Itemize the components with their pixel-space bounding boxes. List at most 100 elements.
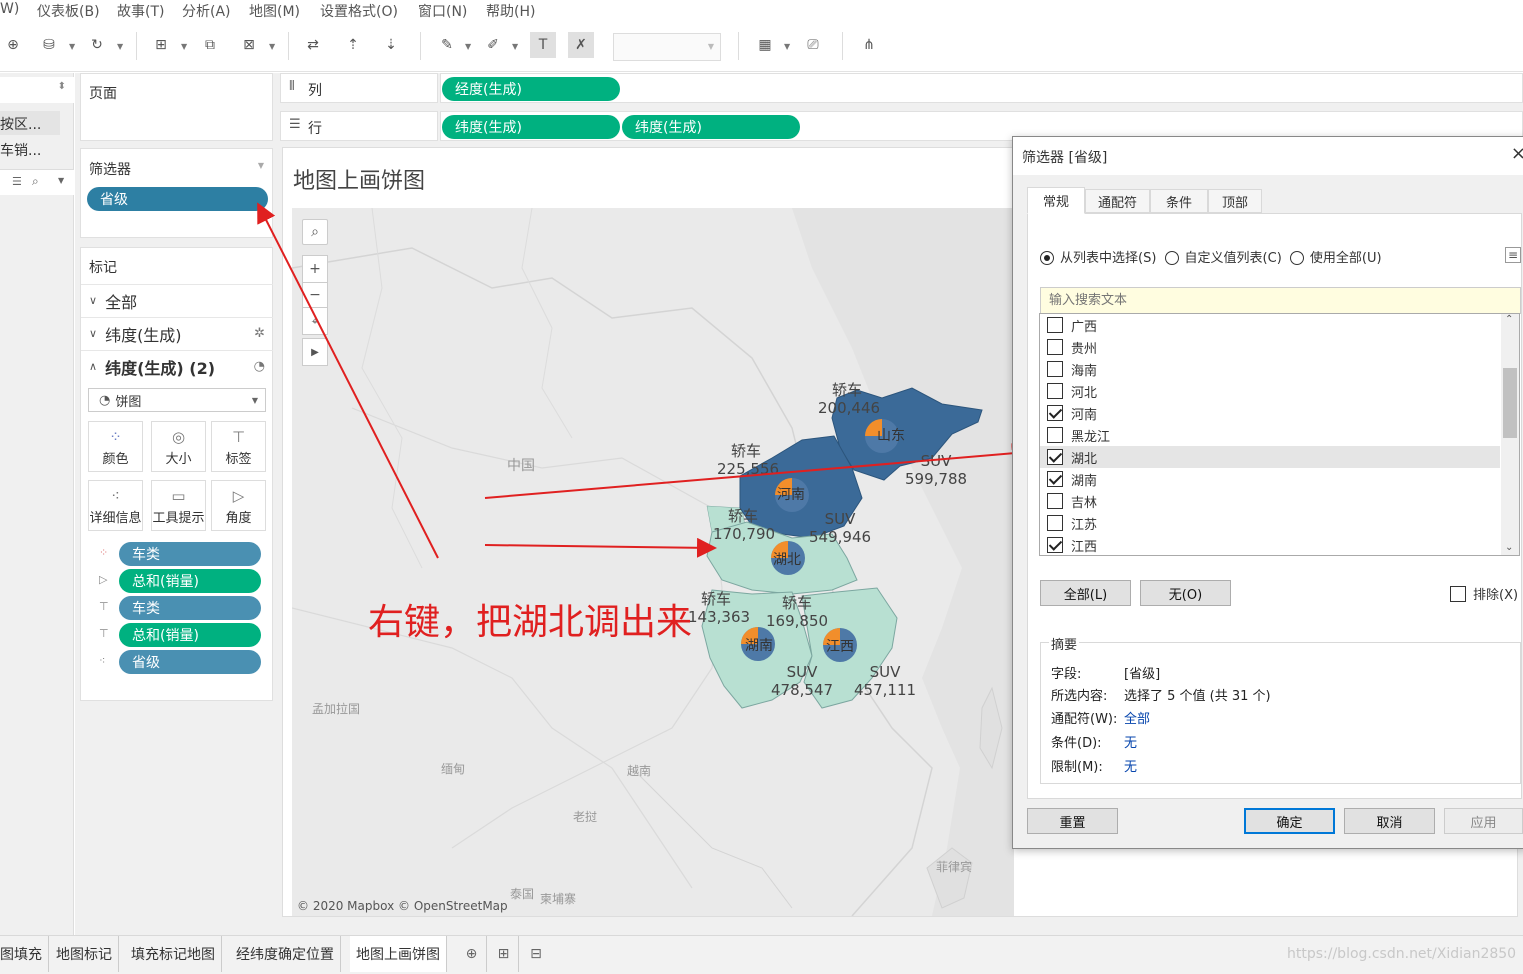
list-options-icon[interactable]: ≡ <box>1505 247 1521 263</box>
list-item[interactable]: 贵州 <box>1040 336 1500 358</box>
apply-button[interactable]: 应用 <box>1444 808 1523 834</box>
detail-button[interactable]: ⁖ 详细信息 <box>88 480 143 531</box>
exclude-checkbox[interactable]: 排除(X) <box>1450 584 1518 603</box>
checkbox-checked[interactable] <box>1047 405 1063 421</box>
list-item[interactable]: 黑龙江 <box>1040 424 1500 446</box>
datasource-icon[interactable]: ⛁ <box>36 32 62 58</box>
zoom-in-button[interactable]: + <box>302 255 328 283</box>
checkbox[interactable] <box>1047 383 1063 399</box>
mark-field-pill[interactable]: 车类 <box>119 542 261 566</box>
color-button[interactable]: ⁘ 颜色 <box>88 421 143 472</box>
search-icon[interactable]: ⌕ <box>302 219 328 245</box>
sheet-tab[interactable]: 地图标记 <box>50 936 119 972</box>
fix-axes-icon[interactable]: ✗ <box>568 32 594 58</box>
list-item[interactable]: 湖北 <box>1040 446 1500 468</box>
columns-pill[interactable]: 经度(生成) <box>442 77 620 101</box>
expand-toolbar-icon[interactable]: ▶ <box>302 338 328 366</box>
chevron-down-icon[interactable]: ▼ <box>258 161 264 170</box>
summary-link[interactable]: 无 <box>1124 756 1137 775</box>
chevron-down-icon[interactable]: ▼ <box>512 42 518 51</box>
checkbox-checked[interactable] <box>1047 471 1063 487</box>
checkbox[interactable] <box>1047 317 1063 333</box>
duplicate-icon[interactable]: ⧉ <box>197 32 223 58</box>
list-item[interactable]: 湖南 <box>1040 468 1500 490</box>
attach-icon[interactable]: ✐ <box>480 32 506 58</box>
checkbox[interactable] <box>1047 361 1063 377</box>
pages-card[interactable]: 页面 <box>80 73 273 141</box>
checkbox-checked[interactable] <box>1047 449 1063 465</box>
show-labels-icon[interactable]: T <box>530 32 556 58</box>
list-item[interactable]: 河南 <box>1040 402 1500 424</box>
checkbox-checked[interactable] <box>1047 537 1063 553</box>
sheet-tab[interactable]: 填充标记地图 <box>125 936 222 972</box>
menu-item-worksheet[interactable]: W) <box>0 1 19 17</box>
filter-pill-province[interactable]: 省级 <box>87 187 268 211</box>
radio-select-from-list[interactable] <box>1040 251 1054 265</box>
show-me-icon[interactable]: ▦ <box>752 32 778 58</box>
zoom-out-button[interactable]: − <box>302 282 328 308</box>
chevron-down-icon[interactable]: ▼ <box>117 42 123 51</box>
datasource-item[interactable]: 车销... <box>0 137 60 161</box>
menu-item-dashboard[interactable]: 仪表板(B) <box>37 1 100 21</box>
rows-pill[interactable]: 纬度(生成) <box>442 115 620 139</box>
search-icon[interactable]: ⌕ <box>32 174 39 189</box>
list-view-icon[interactable]: ☰ <box>12 175 22 188</box>
list-item[interactable]: 吉林 <box>1040 490 1500 512</box>
new-worksheet-icon[interactable]: ⊕ <box>457 936 487 972</box>
presentation-icon[interactable]: ⎚ <box>800 32 826 58</box>
menu-item-story[interactable]: 故事(T) <box>117 1 164 21</box>
columns-shelf[interactable]: 经度(生成) <box>440 73 1523 103</box>
list-item[interactable]: 广西 <box>1040 314 1500 336</box>
mark-field-pill[interactable]: 总和(销量) <box>119 569 261 593</box>
marks-row-all[interactable]: ∨ 全部 <box>81 284 273 316</box>
chevron-down-icon[interactable]: ▼ <box>269 42 275 51</box>
clear-sheet-icon[interactable]: ⊠ <box>236 32 262 58</box>
menu-item-help[interactable]: 帮助(H) <box>486 1 535 21</box>
map-canvas[interactable] <box>292 208 1014 916</box>
chevron-down-icon[interactable]: ▼ <box>784 42 790 51</box>
scrollbar-thumb[interactable] <box>1503 368 1517 438</box>
refresh-icon[interactable]: ↻ <box>84 32 110 58</box>
summary-link[interactable]: 无 <box>1124 732 1137 751</box>
checkbox[interactable] <box>1047 339 1063 355</box>
radio-use-all[interactable] <box>1289 251 1304 265</box>
sort-icon[interactable]: ⬍ <box>58 81 66 92</box>
reset-map-icon[interactable]: ⌖ <box>302 307 328 335</box>
marks-row-latitude-2[interactable]: ∧ 纬度(生成) (2) ◔ <box>81 350 273 382</box>
menu-item-analysis[interactable]: 分析(A) <box>182 1 231 21</box>
tab-top[interactable]: 顶部 <box>1208 189 1262 213</box>
sheet-tab[interactable]: 图填充 <box>0 936 49 972</box>
share-icon[interactable]: ⋔ <box>856 32 882 58</box>
angle-button[interactable]: ▷ 角度 <box>211 480 266 531</box>
list-item[interactable]: 江西 <box>1040 534 1500 555</box>
chevron-down-icon[interactable]: ⌄ <box>1505 542 1513 553</box>
menu-item-format[interactable]: 设置格式(O) <box>320 1 398 21</box>
filters-card[interactable]: 筛选器 ▼ 省级 <box>80 148 273 238</box>
swap-icon[interactable]: ⇄ <box>300 32 326 58</box>
checkbox[interactable] <box>1047 515 1063 531</box>
chevron-down-icon[interactable]: ▼ <box>58 176 64 185</box>
checkbox[interactable] <box>1450 586 1466 602</box>
checkbox[interactable] <box>1047 427 1063 443</box>
mark-field-pill[interactable]: 车类 <box>119 596 261 620</box>
sort-ascending-icon[interactable]: ⇡ <box>340 32 366 58</box>
mark-field-pill[interactable]: 总和(销量) <box>119 623 261 647</box>
search-input[interactable] <box>1040 287 1521 314</box>
tooltip-button[interactable]: ▭ 工具提示 <box>151 480 206 531</box>
summary-link[interactable]: 全部 <box>1124 708 1150 727</box>
sheet-tab[interactable]: 经纬度确定位置 <box>230 936 341 972</box>
tab-condition[interactable]: 条件 <box>1150 189 1208 213</box>
menu-item-map[interactable]: 地图(M) <box>249 1 300 21</box>
highlight-icon[interactable]: ✎ <box>434 32 460 58</box>
tab-wildcard[interactable]: 通配符 <box>1085 189 1150 213</box>
fit-dropdown[interactable]: ▼ <box>613 33 721 61</box>
size-button[interactable]: ◎ 大小 <box>151 421 206 472</box>
new-worksheet-icon[interactable]: ⊞ <box>148 32 174 58</box>
new-dashboard-icon[interactable]: ⊞ <box>489 936 519 972</box>
new-story-icon[interactable]: ⊟ <box>521 936 551 972</box>
datasource-item[interactable]: 按区... <box>0 111 60 135</box>
select-none-button[interactable]: 无(O) <box>1140 580 1231 606</box>
ok-button[interactable]: 确定 <box>1244 808 1335 834</box>
sheet-tab-active[interactable]: 地图上画饼图 <box>350 936 447 972</box>
chevron-down-icon[interactable]: ▼ <box>69 42 75 51</box>
